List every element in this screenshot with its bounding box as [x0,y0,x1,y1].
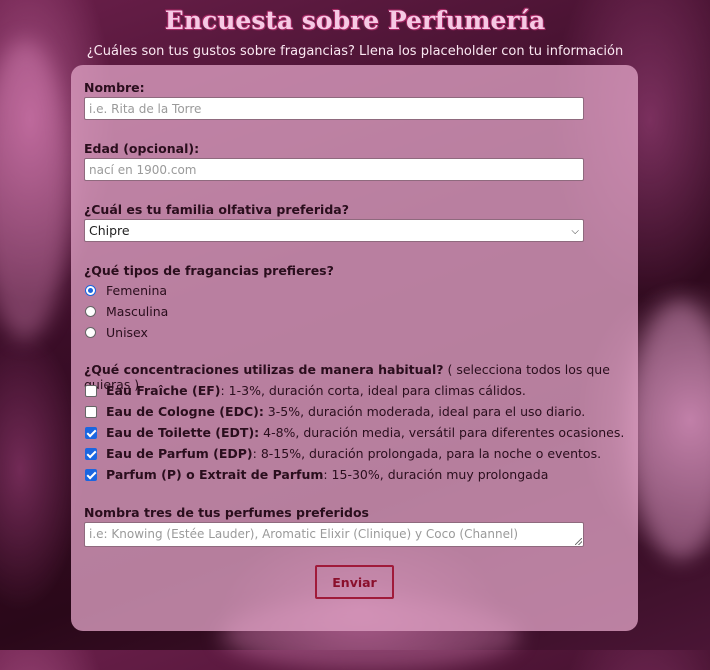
checkbox-label: Eau de Cologne (EDC): 3-5%, duración mod… [106,404,585,419]
name-label: Nombre: [84,80,145,95]
page-title: Encuesta sobre Perfumería [164,6,546,35]
checkbox-label: Parfum (P) o Extrait de Parfum: 15-30%, … [106,467,548,482]
concentration-name: Eau Fraîche (EF) [106,383,221,398]
concentration-name: Eau de Parfum (EDP) [106,446,253,461]
radio-option-masculina[interactable]: Masculina [85,304,168,319]
family-selected-value: Chipre [89,223,130,238]
family-select[interactable]: Chipre ⌵ [84,219,584,242]
age-label: Edad (opcional): [84,141,200,156]
concentration-desc: : 8-15%, duración prolongada, para la no… [252,446,602,461]
checkbox-label: Eau de Parfum (EDP): 8-15%, duración pro… [106,446,601,461]
favorites-label: Nombra tres de tus perfumes preferidos [84,505,369,520]
age-placeholder: nací en 1900.com [89,163,197,177]
radio-label: Masculina [106,304,169,319]
family-label: ¿Cuál es tu familia olfativa preferida? [84,202,349,217]
checkbox[interactable] [85,405,97,418]
concentrations-question: ¿Qué concentraciones utilizas de manera … [84,362,444,377]
concentration-desc: 3-5%, duración moderada, ideal para el u… [263,404,586,419]
checkbox[interactable] [85,447,97,460]
checkbox-option-edt[interactable]: Eau de Toilette (EDT): 4-8%, duración me… [85,425,624,440]
radio-label: Unisex [106,325,148,340]
radio-option-unisex[interactable]: Unisex [85,325,148,340]
radio-option-femenina[interactable]: Femenina [85,283,167,298]
favorites-placeholder: i.e: Knowing (Estée Lauder), Aromatic El… [89,527,519,541]
checkbox[interactable] [85,468,97,481]
checkbox-option-edc[interactable]: Eau de Cologne (EDC): 3-5%, duración mod… [85,404,585,419]
types-label: ¿Qué tipos de fragancias prefieres? [84,263,334,278]
chevron-down-icon: ⌵ [571,226,579,237]
age-input[interactable]: nací en 1900.com [84,158,584,181]
concentration-desc: : 1-3%, duración corta, ideal para clima… [220,383,526,398]
submit-button[interactable]: Enviar [315,565,394,599]
smoke-wisp [630,300,710,560]
checkbox-option-ef[interactable]: Eau Fraîche (EF): 1-3%, duración corta, … [85,383,526,398]
checkbox-label: Eau Fraîche (EF): 1-3%, duración corta, … [106,383,526,398]
survey-form: Nombre: i.e. Rita de la Torre Edad (opci… [71,65,638,631]
concentration-desc: : 15-30%, duración muy prolongada [323,467,549,482]
checkbox[interactable] [85,384,97,397]
concentration-name: Parfum (P) o Extrait de Parfum [106,467,324,482]
name-input[interactable]: i.e. Rita de la Torre [84,97,584,120]
concentration-name: Eau de Cologne (EDC): [106,404,264,419]
radio-label: Femenina [106,283,168,298]
checkbox-option-parfum[interactable]: Parfum (P) o Extrait de Parfum: 15-30%, … [85,467,548,482]
radio-button[interactable] [85,306,96,317]
checkbox-option-edp[interactable]: Eau de Parfum (EDP): 8-15%, duración pro… [85,446,601,461]
favorites-textarea[interactable]: i.e: Knowing (Estée Lauder), Aromatic El… [84,522,584,547]
radio-button[interactable] [85,327,96,338]
smoke-wisp [0,40,70,340]
name-placeholder: i.e. Rita de la Torre [89,102,202,116]
concentration-name: Eau de Toilette (EDT): [106,425,260,440]
checkbox[interactable] [85,426,97,439]
concentration-desc: 4-8%, duración media, versátil para dife… [259,425,625,440]
checkbox-label: Eau de Toilette (EDT): 4-8%, duración me… [106,425,624,440]
radio-button[interactable] [85,285,96,296]
page-subtitle: ¿Cuáles son tus gustos sobre fragancias?… [86,44,624,59]
resize-handle-icon[interactable] [575,538,582,545]
